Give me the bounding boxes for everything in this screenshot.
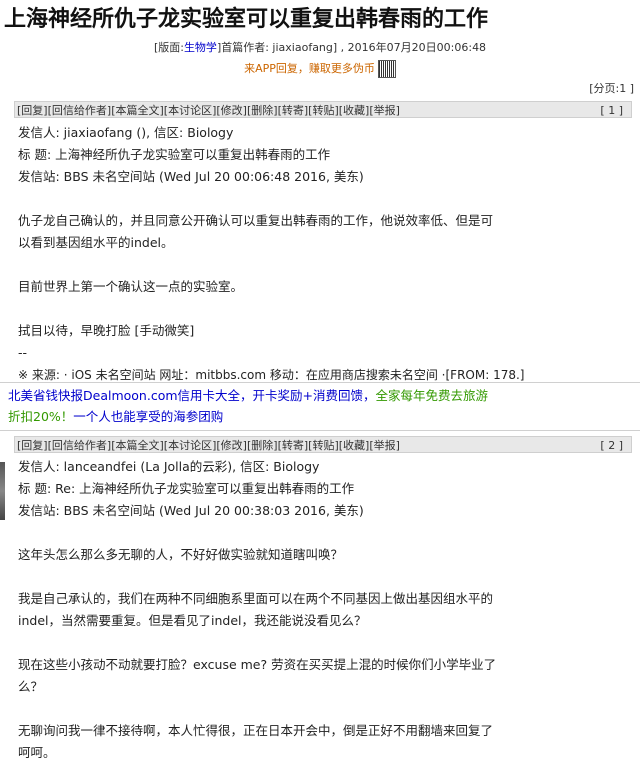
post-site: 发信站: BBS 未名空间站 (Wed Jul 20 00:38:03 2016… bbox=[18, 503, 364, 518]
post-body-line: 仇子龙自己确认的，并且同意公开确认可以重复出韩春雨的工作，他说效率低、但是可 bbox=[18, 213, 494, 228]
post-body-line: 拭目以待，早晚打脸 [手动微笑] bbox=[18, 323, 195, 338]
post-body-line: 以看到基因组水平的indel。 bbox=[18, 235, 174, 250]
app-promo-text[interactable]: 来APP回复，赚取更多伪币 bbox=[244, 62, 375, 75]
ad-link-discount[interactable]: 折扣20%！ bbox=[8, 409, 73, 424]
post-action-bar-1: [回复][回信给作者][本篇全文][本讨论区][修改][删除][转寄][转贴][… bbox=[14, 101, 632, 118]
divider bbox=[0, 430, 640, 431]
reply-author-button[interactable]: [回信给作者] bbox=[48, 439, 112, 452]
post-body-line: 无聊询问我一律不接待啊，本人忙得很，正在日本开会中，倒是正好不用翻墙来回复了 bbox=[18, 723, 494, 738]
qr-code-icon bbox=[377, 60, 396, 78]
post-1: 发信人: jiaxiaofang (), 信区: Biology 标 题: 上海… bbox=[18, 122, 624, 386]
ad-link-dealmoon[interactable]: 北美省钱快报Dealmoon.com信用卡大全，开卡奖励+消费回馈， bbox=[8, 388, 376, 403]
post-2: 发信人: lanceandfei (La Jolla的云彩), 信区: Biol… bbox=[18, 456, 624, 764]
repost-button[interactable]: [转贴] bbox=[308, 104, 339, 117]
post-action-bar-2: [回复][回信给作者][本篇全文][本讨论区][修改][删除][转寄][转贴][… bbox=[14, 436, 632, 453]
reply-author-button[interactable]: [回信给作者] bbox=[48, 104, 112, 117]
post-title: 标 题: 上海神经所仇子龙实验室可以重复出韩春雨的工作 bbox=[18, 147, 331, 162]
reply-button[interactable]: [回复] bbox=[17, 439, 48, 452]
post-body-line: indel，当然需要重复。但是看见了indel，我还能说没看见么？ bbox=[18, 613, 367, 628]
report-button[interactable]: [举报] bbox=[369, 439, 400, 452]
post-body-line: 这年头怎么那么多无聊的人，不好好做实验就知道瞎叫唤？ bbox=[18, 547, 344, 562]
repost-button[interactable]: [转贴] bbox=[308, 439, 339, 452]
ad-link-travel[interactable]: 全家每年免费去旅游 bbox=[376, 388, 489, 403]
delete-button[interactable]: [删除] bbox=[247, 439, 278, 452]
post-site: 发信站: BBS 未名空间站 (Wed Jul 20 00:06:48 2016… bbox=[18, 169, 364, 184]
report-button[interactable]: [举报] bbox=[369, 104, 400, 117]
app-promo[interactable]: 来APP回复，赚取更多伪币 bbox=[0, 60, 640, 78]
post-meta: [版面:生物学]首篇作者: jiaxiaofang] , 2016年07月20日… bbox=[0, 40, 640, 56]
post-number: [ 1 ] bbox=[600, 104, 623, 117]
ad-link-groupbuy[interactable]: 一个人也能享受的海参团购 bbox=[73, 409, 223, 424]
edit-button[interactable]: [修改] bbox=[216, 104, 247, 117]
favorite-button[interactable]: [收藏] bbox=[339, 439, 370, 452]
full-text-button[interactable]: [本篇全文] bbox=[111, 439, 164, 452]
divider bbox=[0, 382, 640, 383]
board-link[interactable]: 生物学 bbox=[184, 41, 217, 54]
reply-button[interactable]: [回复] bbox=[17, 104, 48, 117]
forward-button[interactable]: [转寄] bbox=[278, 104, 309, 117]
full-text-button[interactable]: [本篇全文] bbox=[111, 104, 164, 117]
delete-button[interactable]: [删除] bbox=[247, 104, 278, 117]
ad-line-2[interactable]: 折扣20%！一个人也能享受的海参团购 bbox=[8, 406, 632, 427]
forward-button[interactable]: [转寄] bbox=[278, 439, 309, 452]
board-prefix: [版面: bbox=[153, 41, 184, 54]
post-body-line: 我是自己承认的，我们在两种不同细胞系里面可以在两个不同基因上做出基因组水平的 bbox=[18, 591, 494, 606]
page-info: [分页:1 ] bbox=[589, 82, 634, 95]
author-date: ]首篇作者: jiaxiaofang] , 2016年07月20日00:06:4… bbox=[216, 41, 487, 54]
post-number: [ 2 ] bbox=[600, 439, 623, 452]
post-body-line: 目前世界上第一个确认这一点的实验室。 bbox=[18, 279, 244, 294]
post-sender: 发信人: jiaxiaofang (), 信区: Biology bbox=[18, 125, 234, 140]
ad-line-1[interactable]: 北美省钱快报Dealmoon.com信用卡大全，开卡奖励+消费回馈，全家每年免费… bbox=[8, 385, 632, 406]
avatar[interactable] bbox=[0, 462, 5, 520]
favorite-button[interactable]: [收藏] bbox=[339, 104, 370, 117]
edit-button[interactable]: [修改] bbox=[216, 439, 247, 452]
signature-separator: -- bbox=[18, 345, 28, 360]
post-body-line: 呵呵。 bbox=[18, 745, 56, 760]
post-body-line: 现在这些小孩动不动就要打脸？excuse me? 劳资在买买提上混的时候你们小学… bbox=[18, 657, 497, 672]
post-sender: 发信人: lanceandfei (La Jolla的云彩), 信区: Biol… bbox=[18, 459, 320, 474]
post-body-line: 么？ bbox=[18, 679, 44, 694]
thread-button[interactable]: [本讨论区] bbox=[164, 104, 217, 117]
thread-button[interactable]: [本讨论区] bbox=[164, 439, 217, 452]
ad-block[interactable]: 北美省钱快报Dealmoon.com信用卡大全，开卡奖励+消费回馈，全家每年免费… bbox=[8, 385, 632, 427]
page-title: 上海神经所仇子龙实验室可以重复出韩春雨的工作 bbox=[4, 7, 489, 32]
post-title: 标 题: Re: 上海神经所仇子龙实验室可以重复出韩春雨的工作 bbox=[18, 481, 355, 496]
